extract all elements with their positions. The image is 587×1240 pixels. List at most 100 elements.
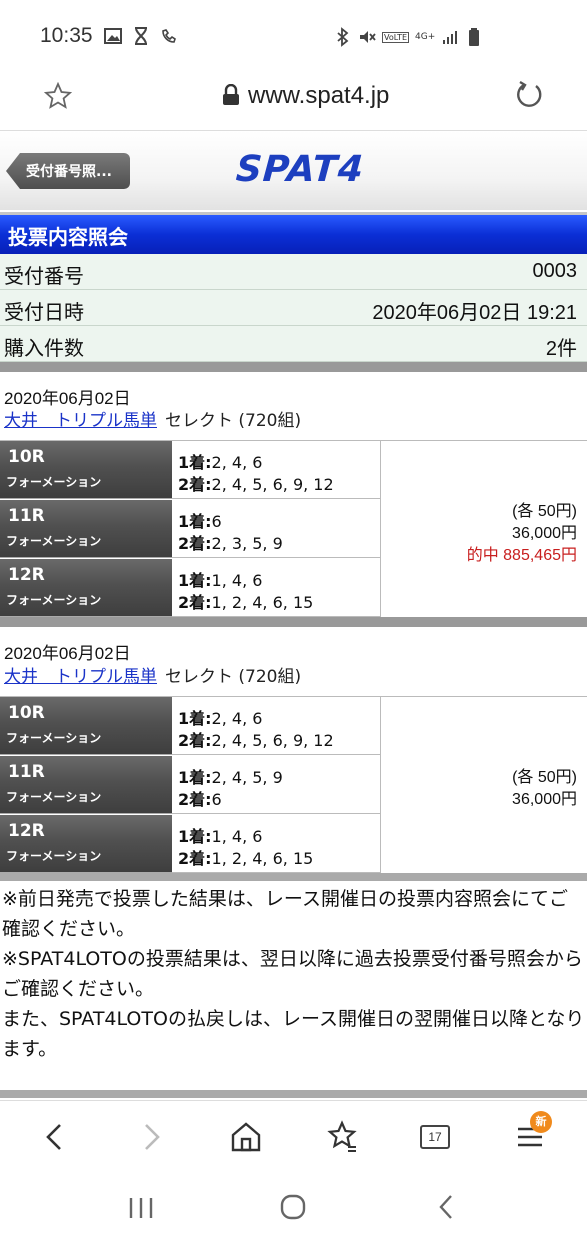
combo-cell: 1着:2, 4, 6 2着:2, 4, 5, 6, 9, 12	[176, 441, 380, 499]
race-cell: 12R フォーメーション	[0, 559, 172, 617]
info-value: 2020年06月02日 19:21	[372, 302, 577, 324]
home-button-icon[interactable]	[278, 1192, 308, 1222]
second-label: 2着:	[178, 731, 212, 750]
table-row: 10R フォーメーション 1着:2, 4, 6 2着:2, 4, 5, 6, 9…	[0, 697, 380, 755]
back-to-receipt-button[interactable]: 受付番号照...	[6, 153, 130, 189]
combo-cell: 1着:1, 4, 6 2着:1, 2, 4, 6, 15	[176, 559, 380, 617]
race-link[interactable]: 大井 トリプル馬単	[4, 667, 157, 687]
ticket-date: 2020年06月02日	[4, 644, 131, 663]
second-label: 2着:	[178, 849, 212, 868]
race-cell: 11R フォーメーション	[0, 756, 172, 814]
bookmarks-icon[interactable]	[324, 1119, 360, 1155]
first-values: 1, 4, 6	[211, 571, 263, 590]
status-bar: 10:35 VoLTE 4G+	[0, 0, 587, 72]
bet-type: フォーメーション	[6, 790, 102, 804]
reload-icon[interactable]	[514, 80, 544, 110]
table-row: 11R フォーメーション 1着:6 2着:2, 3, 5, 9	[0, 500, 380, 558]
status-system-icons: VoLTE 4G+	[334, 24, 483, 50]
status-time: 10:35	[40, 24, 93, 47]
select-text: セレクト (720組)	[165, 667, 302, 687]
note-text: ※前日発売で投票した結果は、レース開催日の投票内容照会にてご確認ください。	[2, 888, 568, 940]
bluetooth-icon	[337, 27, 349, 47]
lock-icon	[223, 84, 239, 105]
second-values: 2, 3, 5, 9	[211, 534, 283, 553]
total-amount: 36,000円	[512, 525, 577, 542]
table-row: 12R フォーメーション 1着:1, 4, 6 2着:1, 2, 4, 6, 1…	[0, 815, 380, 873]
address-bar: www.spat4.jp	[0, 72, 587, 130]
wifi-call-icon	[162, 29, 176, 43]
site-header: 受付番号照... SPAT4	[0, 130, 587, 210]
first-values: 2, 4, 6	[211, 453, 263, 472]
section-divider	[0, 873, 587, 881]
note-text: また、SPAT4LOTOの払戻しは、レース開催日の翌開催日以降となります。	[2, 1008, 585, 1060]
notes: ※前日発売で投票した結果は、レース開催日の投票内容照会にてご確認ください。 ※S…	[2, 884, 585, 1064]
info-value: 2件	[545, 338, 577, 360]
section-divider	[0, 1090, 587, 1098]
second-label: 2着:	[178, 790, 212, 809]
second-values: 2, 4, 5, 6, 9, 12	[211, 475, 334, 494]
second-values: 1, 2, 4, 6, 15	[211, 849, 314, 868]
second-label: 2着:	[178, 593, 212, 612]
ticket-race-line: 大井 トリプル馬単 セレクト (720組)	[4, 662, 301, 687]
bet-type: フォーメーション	[6, 731, 102, 745]
first-label: 1着:	[178, 571, 212, 590]
info-label: 購入件数	[4, 336, 84, 360]
second-values: 2, 4, 5, 6, 9, 12	[211, 731, 334, 750]
ticket-race-line: 大井 トリプル馬単 セレクト (720組)	[4, 406, 301, 431]
bookmark-star-icon[interactable]	[44, 82, 72, 110]
race-cell: 11R フォーメーション	[0, 500, 172, 558]
first-label: 1着:	[178, 768, 212, 787]
unit-price: (各 50円)	[512, 503, 577, 520]
bet-type: フォーメーション	[6, 475, 102, 489]
first-values: 2, 4, 5, 9	[211, 768, 283, 787]
info-value: 0003	[532, 260, 578, 282]
signal-icon	[443, 31, 458, 44]
first-label: 1着:	[178, 827, 212, 846]
race-number: 11R	[8, 762, 45, 782]
race-number: 10R	[8, 703, 45, 723]
back-icon[interactable]	[38, 1119, 74, 1155]
total-amount: 36,000円	[512, 791, 577, 808]
status-notifications	[104, 26, 178, 46]
first-values: 6	[211, 512, 222, 531]
unit-price: (各 50円)	[512, 769, 577, 786]
tabs-button[interactable]: 17	[420, 1125, 450, 1149]
combo-cell: 1着:1, 4, 6 2着:1, 2, 4, 6, 15	[176, 815, 380, 873]
system-back-icon[interactable]	[432, 1192, 462, 1222]
race-number: 12R	[8, 821, 45, 841]
table-row: 10R フォーメーション 1着:2, 4, 6 2着:2, 4, 5, 6, 9…	[0, 441, 380, 499]
second-values: 6	[211, 790, 222, 809]
first-values: 2, 4, 6	[211, 709, 263, 728]
first-values: 1, 4, 6	[211, 827, 263, 846]
mute-icon	[360, 31, 376, 43]
bet-type: フォーメーション	[6, 849, 102, 863]
spat4-logo[interactable]: SPAT4	[235, 149, 366, 190]
race-link[interactable]: 大井 トリプル馬単	[4, 411, 157, 431]
first-label: 1着:	[178, 512, 212, 531]
note-text: ※SPAT4LOTOの投票結果は、翌日以降に過去投票受付番号照会からご確認くださ…	[2, 948, 583, 1000]
race-number: 11R	[8, 506, 45, 526]
ticket-table: 10R フォーメーション 1着:2, 4, 6 2着:2, 4, 5, 6, 9…	[0, 440, 587, 619]
race-cell: 10R フォーメーション	[0, 441, 172, 499]
recent-apps-icon[interactable]	[126, 1194, 156, 1222]
select-text: セレクト (720組)	[165, 411, 302, 431]
battery-icon	[469, 28, 480, 46]
amount-cell: (各 50円) 36,000円 的中 885,465円	[380, 441, 587, 619]
url-text[interactable]: www.spat4.jp	[248, 82, 389, 110]
race-number: 10R	[8, 447, 45, 467]
browser-toolbar: 17 新	[0, 1100, 587, 1176]
second-label: 2着:	[178, 475, 212, 494]
info-label: 受付日時	[4, 300, 84, 324]
section-divider	[0, 617, 587, 627]
forward-icon[interactable]	[132, 1119, 168, 1155]
info-row-receipt-datetime: 受付日時 2020年06月02日 19:21	[0, 290, 587, 326]
first-label: 1着:	[178, 453, 212, 472]
hit-amount: 的中 885,465円	[466, 547, 577, 564]
first-label: 1着:	[178, 709, 212, 728]
section-divider	[0, 362, 587, 372]
hourglass-icon	[135, 27, 147, 45]
system-nav-bar	[0, 1176, 587, 1240]
home-icon[interactable]	[228, 1119, 264, 1155]
bet-type: フォーメーション	[6, 593, 102, 607]
info-row-purchase-count: 購入件数 2件	[0, 326, 587, 362]
